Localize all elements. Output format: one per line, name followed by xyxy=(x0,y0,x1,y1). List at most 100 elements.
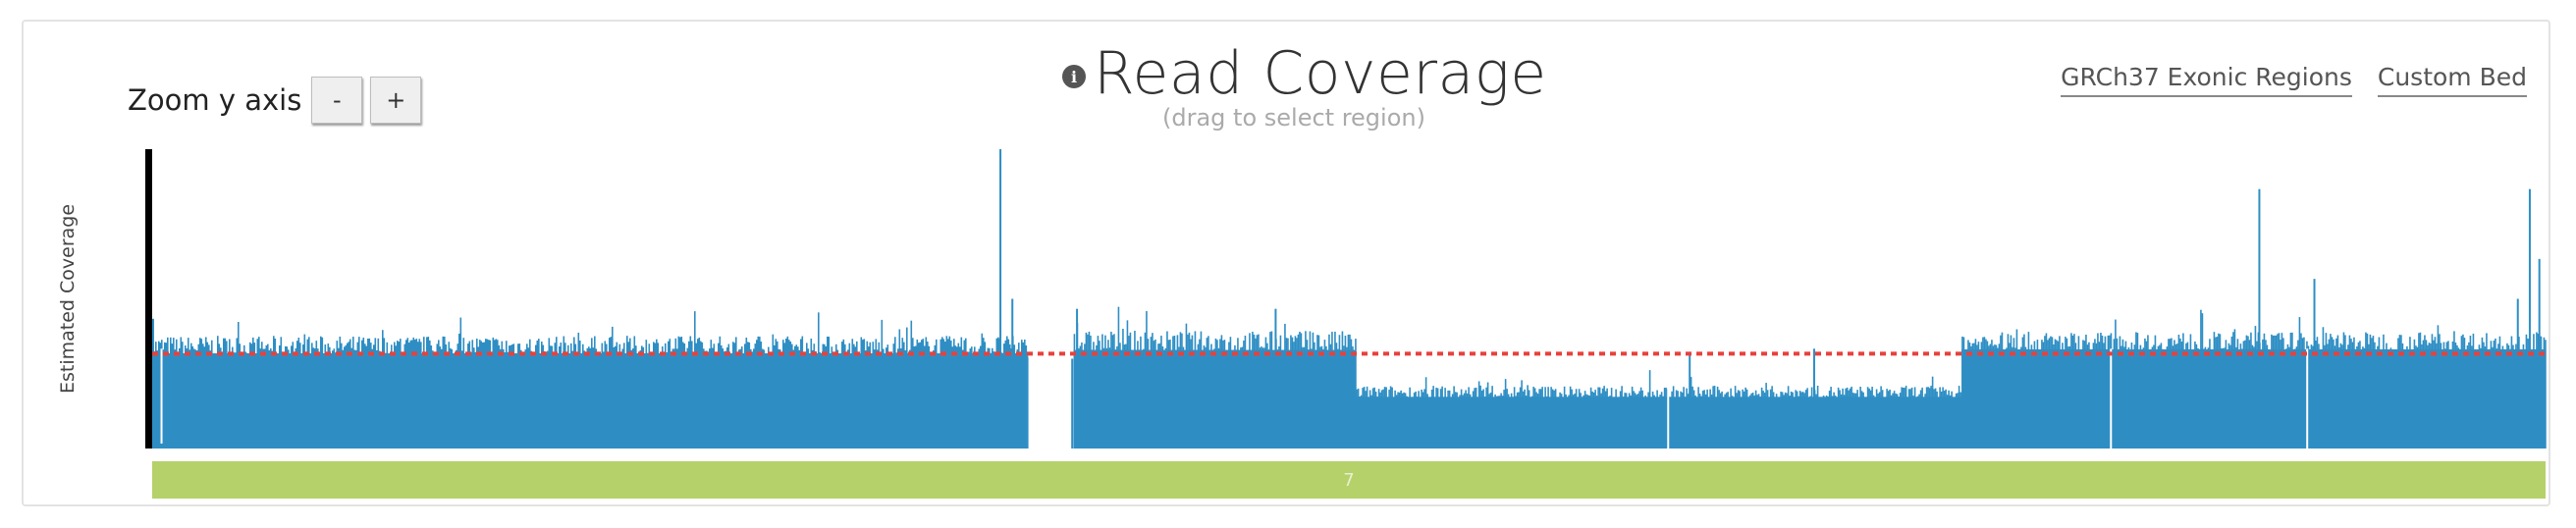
coverage-bar xyxy=(1786,393,1788,449)
coverage-bar xyxy=(1940,391,1943,449)
coverage-bar xyxy=(1557,396,1560,449)
coverage-bar xyxy=(894,337,896,449)
coverage-bar xyxy=(218,343,221,449)
coverage-bar xyxy=(595,348,598,449)
coverage-bar xyxy=(536,340,539,449)
coverage-bar xyxy=(1316,335,1318,449)
coverage-bar xyxy=(1648,370,1651,449)
coverage-bar xyxy=(2017,351,2019,449)
coverage-bar xyxy=(1974,339,1977,449)
coverage-bar xyxy=(1992,345,1995,449)
coverage-bar xyxy=(2263,333,2266,449)
coverage-bar xyxy=(1833,392,1835,449)
coverage-bar xyxy=(2351,342,2354,449)
coverage-bar xyxy=(686,347,689,449)
coverage-bar xyxy=(1769,389,1772,449)
coverage-bar xyxy=(456,349,457,449)
coverage-bar xyxy=(2129,351,2131,449)
coverage-bar xyxy=(936,339,938,449)
coverage-bar xyxy=(265,344,268,449)
coverage-bar xyxy=(1472,391,1475,449)
coverage-bar xyxy=(2006,347,2008,449)
coverage-bar xyxy=(1724,394,1726,449)
coverage-bar xyxy=(280,337,283,449)
coverage-bar xyxy=(517,343,519,449)
coverage-bar xyxy=(1099,341,1100,449)
coverage-bar xyxy=(786,336,789,449)
coverage-bar xyxy=(1583,391,1586,449)
coverage-bar xyxy=(208,344,210,449)
coverage-bar xyxy=(1240,347,1242,449)
coverage-bar xyxy=(641,345,643,449)
coverage-bar xyxy=(659,357,661,449)
coverage-bar xyxy=(1694,396,1696,449)
coverage-bar xyxy=(1700,396,1702,449)
coverage-bar xyxy=(992,347,993,449)
coverage-bar xyxy=(1774,397,1776,449)
coverage-bar xyxy=(1357,388,1360,449)
coverage-bar xyxy=(1604,391,1607,449)
coverage-bar xyxy=(1200,331,1203,449)
coverage-bar xyxy=(1871,387,1873,449)
coverage-bar xyxy=(1500,393,1502,449)
coverage-bar xyxy=(2238,352,2240,449)
coverage-bar xyxy=(2053,343,2055,449)
coverage-bar xyxy=(1615,389,1617,449)
coverage-bar xyxy=(1856,390,1858,449)
coverage-bar xyxy=(582,343,584,449)
coverage-bar xyxy=(2198,348,2201,449)
coverage-bar xyxy=(1482,389,1484,449)
coverage-bar xyxy=(1927,387,1929,449)
coverage-bar xyxy=(1152,333,1154,449)
coverage-bar xyxy=(2097,333,2099,449)
coverage-bar xyxy=(1672,386,1675,449)
coverage-bar xyxy=(335,352,337,449)
coverage-chart[interactable]: 0x 5x 10x 15x 20x 25x 30x Estimated Coverage 7 xyxy=(0,0,2576,528)
coverage-bar xyxy=(642,346,645,449)
coverage-bar xyxy=(2139,344,2142,449)
coverage-bar xyxy=(1154,339,1156,449)
coverage-bar xyxy=(2475,349,2478,449)
coverage-bar xyxy=(1389,386,1392,449)
coverage-bar xyxy=(822,343,825,449)
coverage-bar xyxy=(2428,343,2431,449)
coverage-bar xyxy=(685,353,687,449)
coverage-bar xyxy=(2059,336,2061,449)
coverage-bar xyxy=(2309,350,2311,449)
coverage-bar xyxy=(1556,398,1558,449)
coverage-bar xyxy=(765,357,767,449)
coverage-bar xyxy=(2286,343,2289,449)
coverage-bar xyxy=(1736,393,1738,449)
coverage-bar xyxy=(532,352,534,449)
coverage-bar xyxy=(568,356,571,449)
coverage-bar xyxy=(574,343,577,449)
coverage-bar xyxy=(515,354,518,449)
y-tick-label: 30x xyxy=(93,137,130,161)
coverage-bar xyxy=(722,348,724,449)
coverage-bar xyxy=(1424,377,1427,449)
coverage-bar xyxy=(2121,339,2124,449)
coverage-bar xyxy=(777,341,778,449)
coverage-bar xyxy=(1197,343,1200,449)
coverage-bar xyxy=(1491,386,1493,449)
coverage-bar xyxy=(853,343,855,449)
coverage-bar xyxy=(1250,351,1253,449)
coverage-bar xyxy=(2150,352,2152,449)
coverage-bar xyxy=(1153,341,1155,449)
coverage-bar xyxy=(1429,397,1431,449)
coverage-dip xyxy=(2306,348,2309,449)
coverage-bar xyxy=(2531,349,2534,449)
coverage-bar xyxy=(654,343,657,449)
coverage-bar xyxy=(2050,336,2052,449)
coverage-bar xyxy=(2266,344,2269,449)
coverage-bar xyxy=(1951,391,1953,449)
coverage-bar xyxy=(2406,345,2408,449)
coverage-bar xyxy=(987,347,990,449)
coverage-bar xyxy=(1628,393,1631,449)
coverage-bar xyxy=(1636,395,1637,449)
coverage-bar xyxy=(1743,391,1745,449)
coverage-bar xyxy=(182,342,184,449)
coverage-bar xyxy=(676,348,678,449)
coverage-bar xyxy=(1129,332,1132,449)
coverage-bar xyxy=(1889,390,1891,449)
